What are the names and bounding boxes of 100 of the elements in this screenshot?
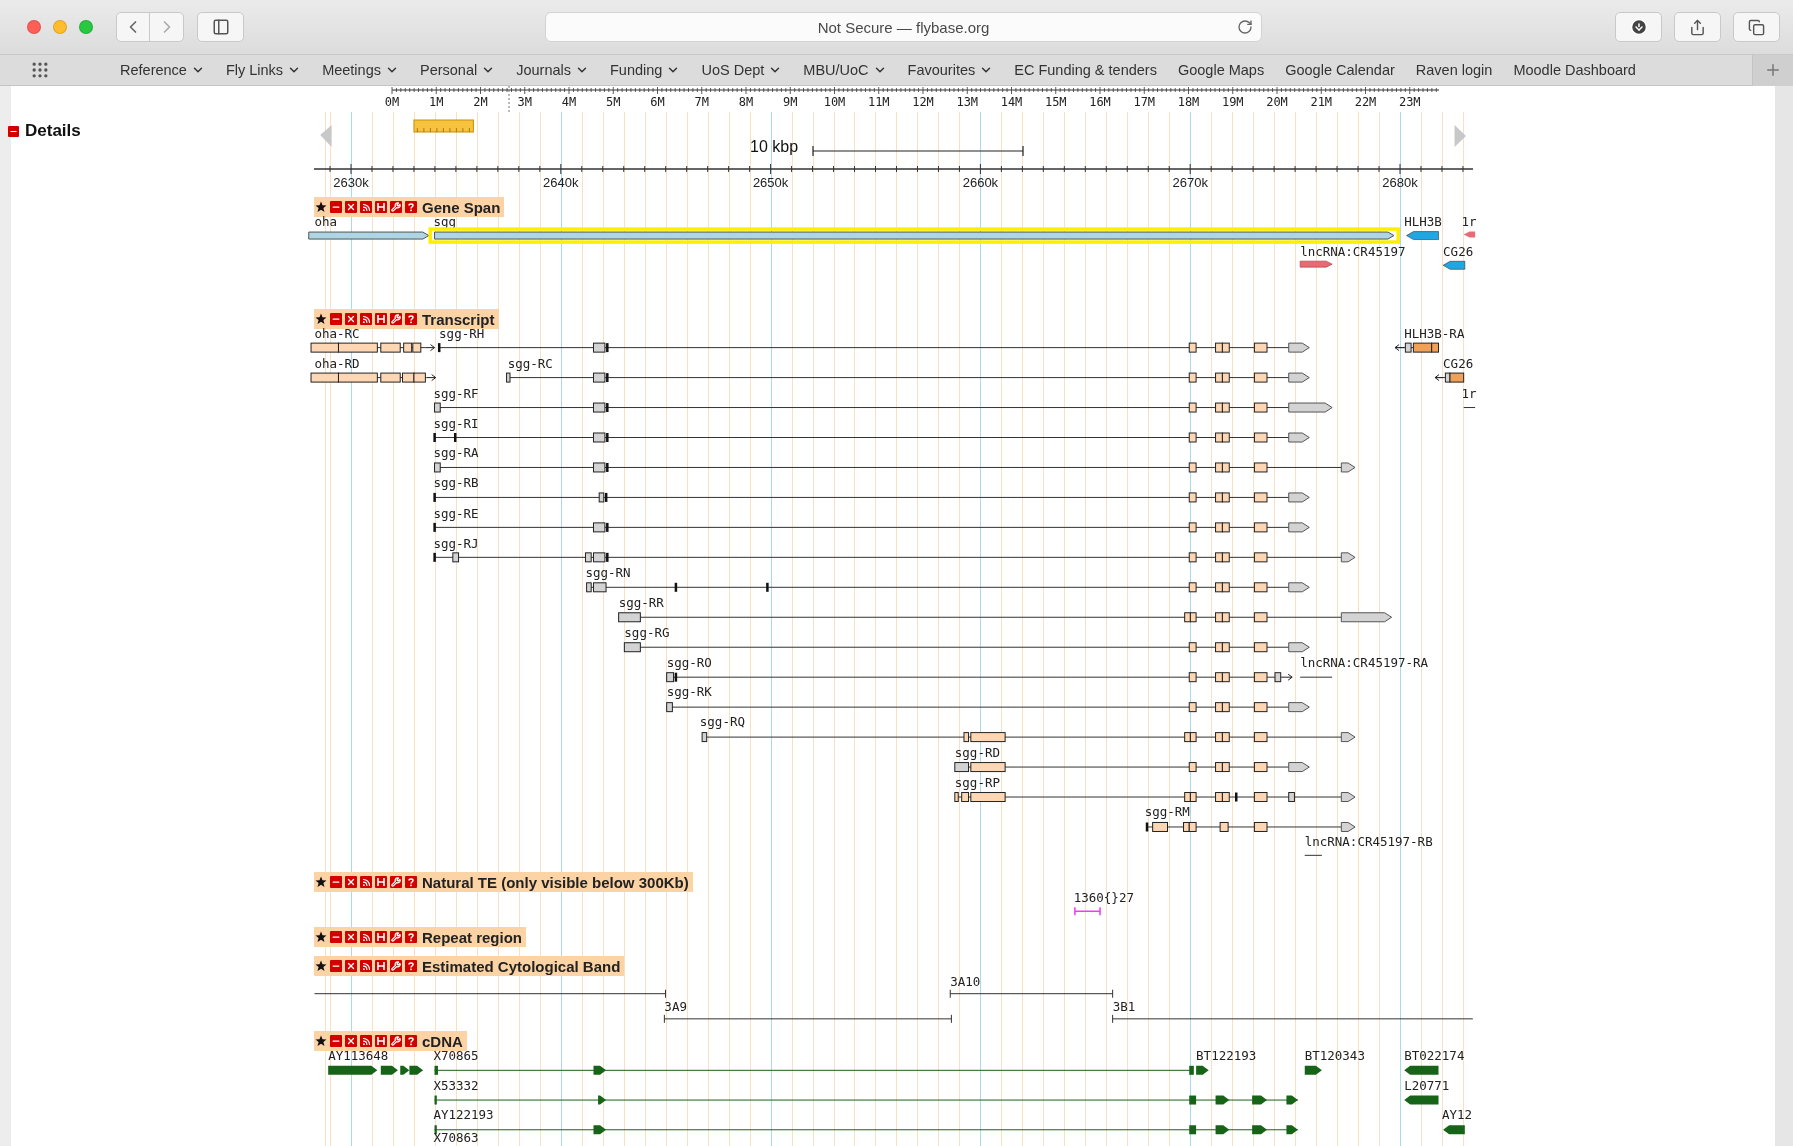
h-bar-icon[interactable]: [375, 960, 387, 972]
h-bar-icon[interactable]: [375, 931, 387, 943]
wrench-icon[interactable]: [390, 876, 402, 888]
apps-grid-icon[interactable]: [30, 60, 50, 80]
transcript-glyph[interactable]: [1394, 342, 1439, 353]
transcript-glyph[interactable]: [586, 582, 1310, 593]
transcript-glyph[interactable]: [437, 342, 1310, 353]
wrench-icon[interactable]: [390, 201, 402, 213]
bookmark-link[interactable]: Moodle Dashboard: [1513, 62, 1636, 78]
address-bar[interactable]: Not Secure — flybase.org: [545, 12, 1262, 42]
transcript-glyph[interactable]: [433, 522, 1310, 533]
transcript-glyph[interactable]: [434, 462, 1356, 473]
gene-span-glyph[interactable]: [1463, 231, 1476, 238]
help-icon[interactable]: [405, 931, 417, 943]
transcript-glyph[interactable]: [433, 432, 1310, 443]
h-bar-icon[interactable]: [375, 876, 387, 888]
transcript-glyph[interactable]: [666, 702, 1310, 713]
rss-icon[interactable]: [360, 931, 372, 943]
band-segment[interactable]: [663, 1014, 952, 1024]
download-button[interactable]: [1615, 12, 1662, 42]
star-icon[interactable]: [315, 313, 327, 325]
bookmark-link[interactable]: Fly Links: [225, 62, 302, 78]
help-icon[interactable]: [405, 876, 417, 888]
close-icon[interactable]: [345, 960, 357, 972]
close-icon[interactable]: [345, 1035, 357, 1047]
band-segment[interactable]: [1112, 1014, 1474, 1024]
cdna-glyph[interactable]: [1304, 1065, 1322, 1075]
rss-icon[interactable]: [360, 876, 372, 888]
bookmark-link[interactable]: EC Funding & tenders: [1014, 62, 1157, 78]
gene-span-glyph[interactable]: [1299, 260, 1333, 268]
sidebar-button[interactable]: [197, 12, 244, 42]
bookmark-link[interactable]: Personal: [419, 62, 496, 78]
view-region-marker[interactable]: [413, 119, 474, 133]
wrench-icon[interactable]: [390, 313, 402, 325]
rss-icon[interactable]: [360, 201, 372, 213]
transcript-glyph[interactable]: [506, 372, 1310, 383]
gene-span-glyph[interactable]: [1442, 261, 1466, 270]
cdna-glyph[interactable]: [1404, 1095, 1439, 1105]
bookmark-link[interactable]: MBU/UoC: [803, 62, 887, 78]
transposon-glyph[interactable]: [1074, 906, 1101, 917]
transcript-glyph[interactable]: [954, 762, 1310, 773]
close-icon[interactable]: [345, 931, 357, 943]
transcript-glyph[interactable]: [434, 402, 1333, 413]
bookmark-link[interactable]: Favourites: [907, 62, 994, 78]
h-bar-icon[interactable]: [375, 201, 387, 213]
wrench-icon[interactable]: [390, 960, 402, 972]
h-bar-icon[interactable]: [375, 1035, 387, 1047]
cdna-glyph[interactable]: [328, 1065, 424, 1075]
cdna-glyph[interactable]: [434, 1065, 1194, 1075]
rss-icon[interactable]: [360, 313, 372, 325]
feature-label: HLH3B: [1404, 214, 1442, 230]
star-icon[interactable]: [315, 876, 327, 888]
transcript-glyph[interactable]: [310, 342, 436, 353]
wrench-icon[interactable]: [390, 931, 402, 943]
transcript-glyph[interactable]: [1434, 372, 1465, 383]
transcript-glyph[interactable]: [1145, 822, 1356, 832]
reload-icon[interactable]: [1237, 19, 1253, 35]
close-icon[interactable]: [345, 201, 357, 213]
help-icon[interactable]: [405, 313, 417, 325]
help-icon[interactable]: [405, 1035, 417, 1047]
cdna-glyph[interactable]: [1404, 1065, 1439, 1075]
bookmark-link[interactable]: Raven login: [1415, 62, 1493, 78]
bookmark-link[interactable]: Funding: [610, 62, 681, 78]
transcript-glyph[interactable]: [666, 672, 1293, 683]
help-icon[interactable]: [405, 201, 417, 213]
rss-icon[interactable]: [360, 1035, 372, 1047]
close-icon[interactable]: [345, 313, 357, 325]
cdna-glyph[interactable]: [434, 1125, 1299, 1135]
share-button[interactable]: [1674, 12, 1721, 42]
transcript-glyph[interactable]: [701, 732, 1356, 743]
rss-icon[interactable]: [360, 960, 372, 972]
cdna-glyph[interactable]: [434, 1095, 1299, 1105]
star-icon[interactable]: [315, 201, 327, 213]
collapse-icon[interactable]: [8, 125, 19, 137]
tabs-button[interactable]: [1733, 12, 1780, 42]
gene-span-glyph[interactable]: [308, 231, 430, 240]
transcript-glyph[interactable]: [310, 372, 437, 383]
close-icon[interactable]: [345, 876, 357, 888]
transcript-glyph[interactable]: [433, 552, 1356, 563]
star-icon[interactable]: [315, 960, 327, 972]
transcript-glyph[interactable]: [618, 612, 1393, 623]
bookmark-link[interactable]: Journals: [516, 62, 589, 78]
bookmark-link[interactable]: Google Calendar: [1285, 62, 1395, 78]
gene-span-glyph[interactable]: [1406, 231, 1439, 240]
star-icon[interactable]: [315, 1035, 327, 1047]
transcript-glyph[interactable]: [623, 642, 1310, 653]
close-window-button[interactable]: [27, 20, 41, 34]
h-bar-icon[interactable]: [375, 313, 387, 325]
star-icon[interactable]: [315, 931, 327, 943]
cdna-glyph[interactable]: [1443, 1125, 1465, 1135]
cdna-glyph[interactable]: [1196, 1065, 1209, 1075]
transcript-glyph[interactable]: [954, 792, 1356, 802]
bookmark-link[interactable]: Reference: [120, 62, 205, 78]
band-segment[interactable]: [949, 989, 1114, 999]
bookmark-link[interactable]: UoS Dept: [701, 62, 783, 78]
bookmark-link[interactable]: Meetings: [322, 62, 399, 78]
bookmark-link[interactable]: Google Maps: [1177, 62, 1265, 78]
wrench-icon[interactable]: [390, 1035, 402, 1047]
help-icon[interactable]: [405, 960, 417, 972]
transcript-glyph[interactable]: [433, 492, 1310, 503]
